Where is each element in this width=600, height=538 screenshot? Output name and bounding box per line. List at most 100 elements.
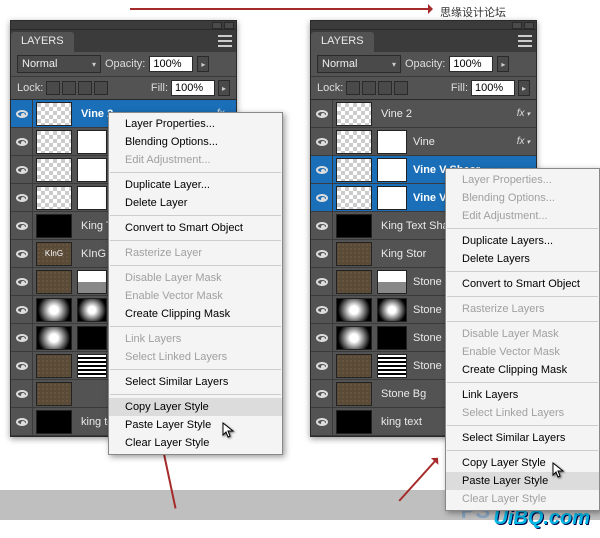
menu-item[interactable]: Clear Layer Style xyxy=(109,434,282,452)
visibility-toggle[interactable] xyxy=(11,324,33,351)
layer-mask-thumbnail[interactable] xyxy=(377,158,407,182)
menu-item[interactable]: Create Clipping Mask xyxy=(109,305,282,323)
visibility-toggle[interactable] xyxy=(11,156,33,183)
visibility-toggle[interactable] xyxy=(11,128,33,155)
visibility-toggle[interactable] xyxy=(311,380,333,407)
layer-thumbnail[interactable] xyxy=(336,298,372,322)
menu-item[interactable]: Create Clipping Mask xyxy=(446,361,599,379)
menu-item[interactable]: Link Layers xyxy=(446,386,599,404)
opacity-flyout-icon[interactable]: ▸ xyxy=(197,56,209,72)
close-icon[interactable] xyxy=(524,22,534,29)
layer-thumbnail[interactable] xyxy=(336,102,372,126)
visibility-toggle[interactable] xyxy=(311,352,333,379)
fx-badge[interactable]: fx ▾ xyxy=(517,136,530,147)
blend-mode-select[interactable]: Normal ▾ xyxy=(317,55,401,73)
layer-thumbnail[interactable] xyxy=(336,270,372,294)
layer-mask-thumbnail[interactable] xyxy=(77,130,107,154)
menu-item[interactable]: Copy Layer Style xyxy=(446,454,599,472)
fill-input[interactable]: 100% xyxy=(471,80,515,96)
layer-name[interactable]: Vine 2 xyxy=(381,108,536,120)
layer-thumbnail[interactable] xyxy=(336,186,372,210)
visibility-toggle[interactable] xyxy=(11,352,33,379)
layer-mask-thumbnail[interactable] xyxy=(77,298,107,322)
layer-thumbnail[interactable] xyxy=(336,354,372,378)
tab-layers[interactable]: LAYERS xyxy=(311,32,374,52)
menu-item[interactable]: Blending Options... xyxy=(109,133,282,151)
collapse-icon[interactable] xyxy=(512,22,522,29)
layer-thumbnail[interactable] xyxy=(36,382,72,406)
layer-row[interactable]: Vine 2fx ▾ xyxy=(311,100,536,128)
visibility-toggle[interactable] xyxy=(311,212,333,239)
context-menu-right[interactable]: Layer Properties...Blending Options...Ed… xyxy=(445,168,600,511)
visibility-toggle[interactable] xyxy=(11,408,33,435)
lock-transparency-icon[interactable] xyxy=(46,81,60,95)
layer-thumbnail[interactable] xyxy=(336,214,372,238)
layer-thumbnail[interactable] xyxy=(36,410,72,434)
layer-thumbnail[interactable] xyxy=(36,214,72,238)
menu-item[interactable]: Layer Properties... xyxy=(109,115,282,133)
visibility-toggle[interactable] xyxy=(11,184,33,211)
menu-item[interactable]: Duplicate Layer... xyxy=(109,176,282,194)
layer-thumbnail[interactable] xyxy=(36,270,72,294)
layer-mask-thumbnail[interactable] xyxy=(377,326,407,350)
menu-item[interactable]: Delete Layers xyxy=(446,250,599,268)
layer-thumbnail[interactable] xyxy=(36,298,72,322)
opacity-input[interactable]: 100% xyxy=(149,56,193,72)
visibility-toggle[interactable] xyxy=(11,268,33,295)
visibility-toggle[interactable] xyxy=(11,240,33,267)
lock-all-icon[interactable] xyxy=(394,81,408,95)
lock-position-icon[interactable] xyxy=(78,81,92,95)
opacity-flyout-icon[interactable]: ▸ xyxy=(497,56,509,72)
fill-flyout-icon[interactable]: ▸ xyxy=(518,80,530,96)
layer-thumbnail[interactable] xyxy=(336,326,372,350)
visibility-toggle[interactable] xyxy=(11,296,33,323)
layer-mask-thumbnail[interactable] xyxy=(377,298,407,322)
lock-transparency-icon[interactable] xyxy=(346,81,360,95)
layer-mask-thumbnail[interactable] xyxy=(77,158,107,182)
visibility-toggle[interactable] xyxy=(311,324,333,351)
visibility-toggle[interactable] xyxy=(11,212,33,239)
blend-mode-select[interactable]: Normal ▾ xyxy=(17,55,101,73)
layer-thumbnail[interactable] xyxy=(336,130,372,154)
layer-mask-thumbnail[interactable] xyxy=(77,186,107,210)
menu-item[interactable]: Paste Layer Style xyxy=(109,416,282,434)
layer-thumbnail[interactable] xyxy=(336,242,372,266)
context-menu-left[interactable]: Layer Properties...Blending Options...Ed… xyxy=(108,112,283,455)
menu-item[interactable]: Copy Layer Style xyxy=(109,398,282,416)
menu-item[interactable]: Duplicate Layers... xyxy=(446,232,599,250)
layer-thumbnail[interactable] xyxy=(36,130,72,154)
collapse-icon[interactable] xyxy=(212,22,222,29)
layer-thumbnail[interactable] xyxy=(36,326,72,350)
panel-menu-icon[interactable] xyxy=(518,35,532,47)
tab-layers[interactable]: LAYERS xyxy=(11,32,74,52)
fx-badge[interactable]: fx ▾ xyxy=(517,108,530,119)
visibility-toggle[interactable] xyxy=(311,156,333,183)
layer-thumbnail[interactable] xyxy=(36,186,72,210)
layer-thumbnail[interactable] xyxy=(336,382,372,406)
layer-thumbnail[interactable] xyxy=(36,158,72,182)
menu-item[interactable]: Paste Layer Style xyxy=(446,472,599,490)
visibility-toggle[interactable] xyxy=(311,296,333,323)
layer-thumbnail[interactable] xyxy=(36,102,72,126)
visibility-toggle[interactable] xyxy=(311,240,333,267)
lock-position-icon[interactable] xyxy=(378,81,392,95)
opacity-input[interactable]: 100% xyxy=(449,56,493,72)
layer-mask-thumbnail[interactable] xyxy=(77,270,107,294)
lock-pixels-icon[interactable] xyxy=(362,81,376,95)
layer-mask-thumbnail[interactable] xyxy=(77,354,107,378)
menu-item[interactable]: Convert to Smart Object xyxy=(446,275,599,293)
fill-flyout-icon[interactable]: ▸ xyxy=(218,80,230,96)
layer-thumbnail[interactable]: KInG xyxy=(36,242,72,266)
layer-mask-thumbnail[interactable] xyxy=(377,186,407,210)
layer-thumbnail[interactable] xyxy=(336,410,372,434)
visibility-toggle[interactable] xyxy=(11,100,33,127)
visibility-toggle[interactable] xyxy=(311,128,333,155)
visibility-toggle[interactable] xyxy=(311,184,333,211)
menu-item[interactable]: Select Similar Layers xyxy=(109,373,282,391)
menu-item[interactable]: Delete Layer xyxy=(109,194,282,212)
fill-input[interactable]: 100% xyxy=(171,80,215,96)
panel-menu-icon[interactable] xyxy=(218,35,232,47)
layer-mask-thumbnail[interactable] xyxy=(377,130,407,154)
visibility-toggle[interactable] xyxy=(311,100,333,127)
layer-row[interactable]: Vinefx ▾ xyxy=(311,128,536,156)
